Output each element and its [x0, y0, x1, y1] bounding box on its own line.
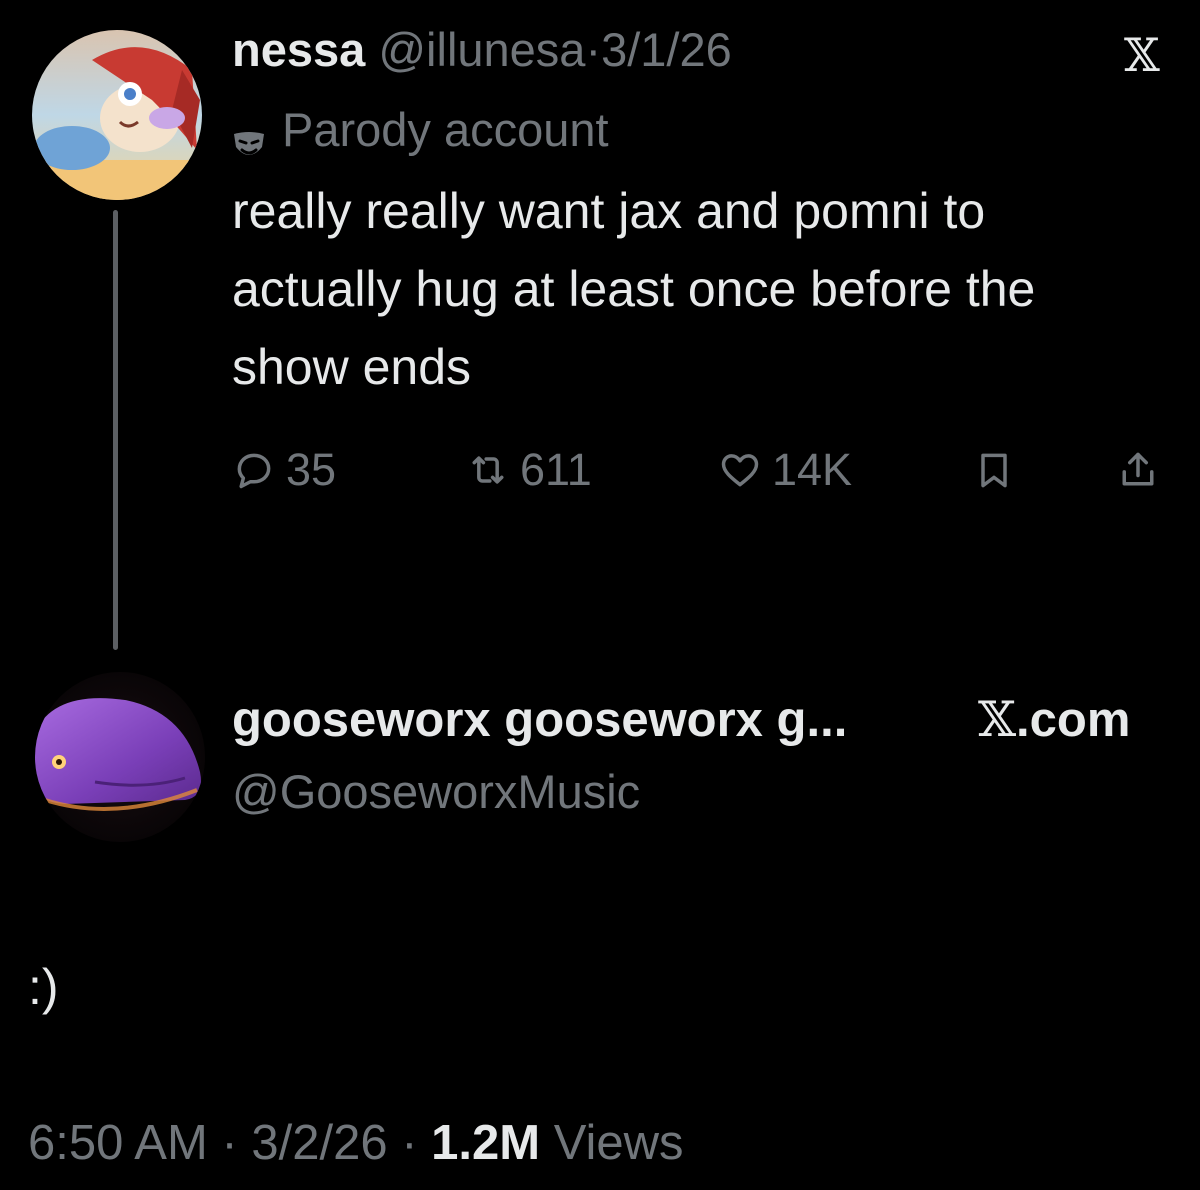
- reply-handle[interactable]: @GooseworxMusic: [232, 762, 640, 822]
- avatar-nessa[interactable]: [32, 30, 202, 200]
- avatar-image: [32, 30, 202, 200]
- share-icon: [1122, 452, 1154, 486]
- x-logo-icon: 𝕏: [978, 691, 1017, 748]
- views-count[interactable]: 1.2M: [431, 1116, 540, 1170]
- reply-icon: [237, 453, 271, 489]
- meta-separator: ·: [221, 1116, 238, 1170]
- avatar-image: [35, 672, 205, 842]
- views-label: Views: [553, 1116, 684, 1170]
- header-separator: ·: [585, 23, 602, 76]
- reply-count: 35: [286, 444, 337, 495]
- display-name[interactable]: nessa: [232, 23, 365, 76]
- parody-badge: Parody account: [232, 100, 609, 160]
- retweet-count: 611: [520, 444, 592, 495]
- action-bar: 35 611 14K: [232, 440, 1172, 500]
- tweet-date[interactable]: 3/2/26: [251, 1116, 387, 1170]
- reply-button[interactable]: 35: [232, 440, 336, 500]
- bookmark-button[interactable]: [972, 440, 1026, 500]
- like-icon: [721, 454, 759, 487]
- share-button[interactable]: [1116, 440, 1170, 500]
- parody-mask-icon: [232, 115, 266, 155]
- parody-label: Parody account: [282, 103, 609, 156]
- retweet-icon: [472, 456, 504, 484]
- like-button[interactable]: 14K: [718, 440, 852, 500]
- tweet-header: nessa @illunesa·3/1/26: [232, 20, 732, 80]
- reply-text: :): [28, 959, 59, 1015]
- tweet-date[interactable]: 3/1/26: [601, 23, 732, 76]
- reply-display-name[interactable]: gooseworx gooseworx g...: [232, 690, 847, 750]
- x-logo-icon[interactable]: 𝕏: [1124, 30, 1160, 80]
- source-link[interactable]: 𝕏.com: [978, 690, 1130, 750]
- thread-line: [113, 210, 118, 650]
- bookmark-icon: [981, 453, 1007, 488]
- tweet-meta: 6:50 AM · 3/2/26 · 1.2M Views: [28, 1113, 684, 1173]
- tweet-time[interactable]: 6:50 AM: [28, 1116, 208, 1170]
- meta-separator: ·: [401, 1116, 418, 1170]
- like-count: 14K: [772, 444, 853, 495]
- tweet-text: really really want jax and pomni to actu…: [232, 183, 1036, 395]
- source-label: .com: [1016, 693, 1131, 747]
- retweet-button[interactable]: 611: [466, 440, 592, 500]
- user-handle[interactable]: @illunesa: [378, 23, 585, 76]
- avatar-gooseworx[interactable]: [35, 672, 205, 842]
